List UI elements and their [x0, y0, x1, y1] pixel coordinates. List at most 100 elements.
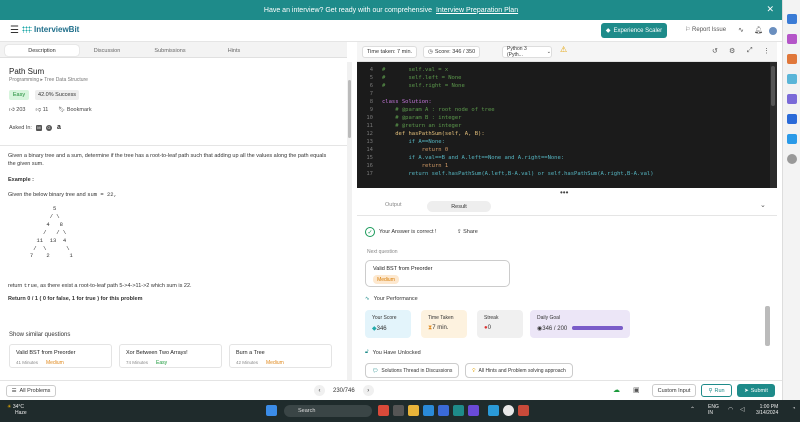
language-indicator[interactable]: ENG IN — [708, 404, 719, 416]
return-text: return — [8, 283, 23, 289]
report-issue-button[interactable]: ⚐ Report Issue — [685, 26, 726, 33]
company-amazon-icon[interactable]: a — [56, 124, 62, 131]
shopping-icon[interactable] — [787, 54, 797, 64]
unlock-solutions-button[interactable]: 💬︎ Solutions Thread in Discussions — [365, 363, 460, 378]
cloud-sync-icon[interactable]: ☁ — [613, 386, 620, 394]
next-question-difficulty: Medium — [373, 275, 399, 284]
copilot-icon[interactable] — [787, 34, 797, 44]
bookmark-button[interactable]: 🔖︎ Bookmark — [58, 107, 91, 113]
teams-icon[interactable] — [453, 405, 464, 416]
file-explorer-icon[interactable] — [408, 405, 419, 416]
hamburger-menu-icon[interactable]: ☰ — [10, 25, 19, 36]
office-icon[interactable] — [787, 114, 797, 124]
warning-icon[interactable]: ⚠ — [560, 45, 567, 54]
scrollbar-thumb[interactable] — [348, 80, 351, 138]
company-google-icon[interactable]: G — [45, 125, 52, 131]
given-text: Given the below binary tree and — [8, 192, 86, 198]
terminal-icon[interactable]: ▣ — [633, 386, 640, 394]
task-view-icon[interactable] — [393, 405, 404, 416]
chrome-icon[interactable] — [503, 405, 514, 416]
code-line: 6 # self.right = None — [357, 82, 777, 90]
next-question-card[interactable]: Valid BST from Preorder Medium — [365, 260, 510, 287]
asked-in-label: Asked In: — [9, 125, 32, 131]
code-editor[interactable]: 4 # self.val = x 5 # self.left = None 6 # s… — [357, 62, 777, 188]
prev-problem-icon[interactable]: ‹ — [314, 385, 325, 396]
unlock-hints-label: All Hints and Problem solving approach — [478, 367, 566, 374]
vscode-icon[interactable] — [468, 405, 479, 416]
tab-submissions[interactable]: Submissions — [143, 45, 197, 56]
line-number: 16 — [366, 163, 373, 169]
scrollbar-thumb[interactable] — [771, 66, 775, 106]
editor-scrollbar[interactable] — [770, 62, 777, 188]
edge-icon[interactable] — [423, 405, 434, 416]
volume-icon[interactable]: ◁ — [740, 406, 745, 413]
unlock-hints-button[interactable]: 💡︎ All Hints and Problem solving approach — [465, 363, 573, 378]
settings-icon[interactable]: ⚙ — [729, 47, 735, 55]
all-problems-button[interactable]: ☰ All Problems — [6, 385, 56, 397]
tab-result[interactable]: Result — [427, 201, 491, 212]
app-icon[interactable] — [518, 405, 529, 416]
similar-question-card[interactable]: Valid BST from Preorder 41 Minutes Mediu… — [9, 344, 112, 368]
share-button[interactable]: ⇪ Share — [457, 229, 478, 235]
similar-questions-heading[interactable]: Show similar questions — [9, 332, 70, 338]
time-card: Time Taken ⧗7 min. — [421, 310, 467, 338]
games-icon[interactable] — [787, 94, 797, 104]
logo[interactable]: InterviewBit — [22, 25, 79, 34]
avatar[interactable] — [769, 27, 777, 35]
submit-button[interactable]: ➤ Submit — [737, 384, 775, 397]
notification-icon[interactable]: ◔ — [792, 406, 796, 412]
return-note: Return 0 / 1 ( 0 for false, 1 for true )… — [8, 296, 143, 302]
experience-scaler-button[interactable]: ◆ Experience Scaler — [601, 23, 667, 38]
resize-handle-icon[interactable]: ••• — [560, 188, 568, 197]
add-icon[interactable] — [787, 154, 797, 164]
run-button[interactable]: ⚲ Run — [701, 384, 732, 397]
collapse-chevron-icon[interactable]: ⌄ — [760, 201, 766, 209]
similar-question-card[interactable]: Burn a Tree 42 Minutes Medium — [229, 344, 332, 368]
wifi-icon[interactable]: ◠ — [728, 406, 733, 413]
unlocked-heading: 🔓︎ You Have Unlocked — [365, 349, 421, 356]
similar-question-card[interactable]: Xor Between Two Arrays! 74 Minutes Easy — [119, 344, 222, 368]
dislike-button[interactable]: 👎︎ 11 — [35, 107, 48, 113]
chevron-up-icon[interactable]: ⌃ — [690, 406, 695, 413]
bell-icon[interactable]: 🔔︎ — [754, 26, 763, 34]
close-icon[interactable]: ✕ — [766, 5, 774, 14]
weather-widget[interactable]: ☀ 34°C Haze — [7, 404, 27, 416]
example-tree: 5 / \ 4 8 / / \ 11 13 4 / \ \ 7 2 1 — [29, 205, 73, 260]
line-number: 9 — [369, 107, 373, 113]
result-scrollbar[interactable] — [765, 306, 770, 346]
daily-goal-value: ◉346 / 200 — [537, 325, 567, 332]
problem-category[interactable]: Programming ▸ Tree Data Structure — [9, 77, 88, 83]
tab-discussion[interactable]: Discussion — [80, 45, 134, 56]
streak-card-label: Streak — [484, 315, 499, 321]
taskbar-search[interactable]: Search — [284, 405, 372, 417]
tab-output[interactable]: Output — [385, 202, 402, 208]
code-line: 8 class Solution: — [357, 98, 777, 106]
browser-icon[interactable] — [488, 405, 499, 416]
performance-heading: ∿ Your Performance — [365, 296, 418, 302]
like-button[interactable]: 👍︎ 203 — [9, 107, 25, 113]
tab-hints[interactable]: Hints — [210, 45, 258, 56]
windows-start-icon[interactable] — [266, 405, 277, 416]
unlocked-text: You Have Unlocked — [372, 349, 421, 356]
language-select[interactable]: Python 3 (Pyth... ⌄ — [502, 46, 552, 58]
custom-input-button[interactable]: Custom Input — [652, 384, 696, 397]
app-icon[interactable] — [378, 405, 389, 416]
interview-plan-link[interactable]: Interview Preparation Plan — [436, 7, 518, 14]
store-icon[interactable] — [438, 405, 449, 416]
outlook-icon[interactable] — [787, 134, 797, 144]
activity-icon[interactable]: ∿ — [738, 26, 744, 34]
more-icon[interactable]: ⋮ — [763, 47, 770, 55]
expand-icon[interactable]: ⤢ — [747, 47, 753, 55]
clock[interactable]: 1:00 PM 3/14/2024 — [756, 404, 778, 416]
code-line: 5 # self.left = None — [357, 74, 777, 82]
activity-icon: ∿ — [365, 296, 370, 302]
reset-icon[interactable]: ↺ — [712, 47, 718, 55]
next-problem-icon[interactable]: › — [362, 385, 374, 396]
problem-scrollbar[interactable] — [347, 62, 352, 380]
search-icon[interactable] — [787, 14, 797, 24]
weather-text: Haze — [15, 410, 27, 416]
company-microsoft-icon[interactable]: M — [35, 125, 42, 131]
taskbar: ☀ 34°C Haze Search ⌃ ENG IN ◠ ◁ 1:00 PM 3/1… — [0, 400, 800, 422]
tools-icon[interactable] — [787, 74, 797, 84]
tab-description[interactable]: Description — [5, 45, 79, 56]
